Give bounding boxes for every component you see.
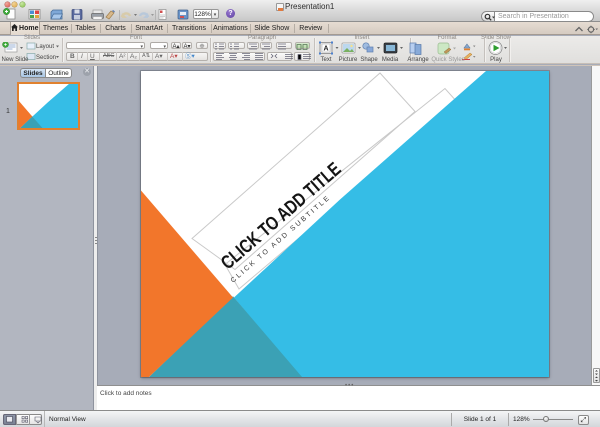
svg-text:A: A [323,46,328,53]
